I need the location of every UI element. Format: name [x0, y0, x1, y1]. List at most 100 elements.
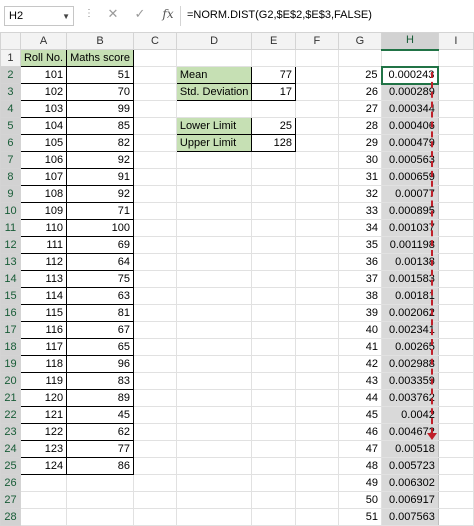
cell-empty[interactable]	[175, 151, 253, 169]
row-header[interactable]: 7	[0, 151, 21, 169]
cell-empty[interactable]	[251, 253, 296, 271]
cell-empty[interactable]	[132, 440, 177, 458]
cell-empty[interactable]	[437, 66, 474, 84]
stat-value[interactable]: 128	[251, 134, 296, 152]
cell-empty[interactable]	[437, 287, 474, 305]
cell-empty[interactable]	[175, 253, 253, 271]
cell-empty[interactable]	[295, 389, 339, 407]
stat-value[interactable]: 77	[251, 66, 296, 84]
cell-empty[interactable]	[132, 338, 177, 356]
stat-value[interactable]: 17	[251, 83, 296, 101]
row-header[interactable]: 23	[0, 423, 21, 441]
stat-label[interactable]: Mean	[175, 66, 253, 84]
cell-empty[interactable]	[295, 151, 339, 169]
cell-empty[interactable]	[251, 474, 296, 492]
cell-x-value[interactable]: 36	[337, 253, 383, 271]
cell-roll-no[interactable]: 116	[19, 321, 68, 339]
cell-empty[interactable]	[295, 134, 339, 152]
cell-empty[interactable]	[175, 440, 253, 458]
cell-empty[interactable]	[66, 491, 134, 509]
cell-norm-dist[interactable]: 0.001037	[381, 219, 439, 237]
cell-empty[interactable]	[295, 457, 339, 475]
cell-norm-dist[interactable]: 0.00138	[381, 253, 439, 271]
cell-empty[interactable]	[295, 338, 339, 356]
cell-empty[interactable]	[175, 491, 253, 509]
cell-empty[interactable]	[295, 202, 339, 220]
row-header[interactable]: 4	[0, 100, 21, 118]
cell-roll-no[interactable]: 103	[19, 100, 68, 118]
cell-empty[interactable]	[251, 185, 296, 203]
cell-empty[interactable]	[295, 355, 339, 373]
cell-empty[interactable]	[251, 202, 296, 220]
cell-empty[interactable]	[295, 66, 339, 84]
cell-empty[interactable]	[251, 457, 296, 475]
cell-roll-no[interactable]: 110	[19, 219, 68, 237]
cell-empty[interactable]	[132, 474, 177, 492]
cell-empty[interactable]	[19, 474, 68, 492]
cell-empty[interactable]	[251, 508, 296, 526]
cell-empty[interactable]	[295, 423, 339, 441]
cell-empty[interactable]	[132, 508, 177, 526]
cell-empty[interactable]	[437, 338, 474, 356]
cell-empty[interactable]	[132, 236, 177, 254]
cell-empty[interactable]	[132, 355, 177, 373]
cell-empty[interactable]	[295, 474, 339, 492]
cell-maths-score[interactable]: 63	[66, 287, 134, 305]
cell-empty[interactable]	[132, 151, 177, 169]
cell-roll-no[interactable]: 105	[19, 134, 68, 152]
cell-maths-score[interactable]: 67	[66, 321, 134, 339]
cell-x-value[interactable]: 30	[337, 151, 383, 169]
cell-empty[interactable]	[437, 457, 474, 475]
cell-empty[interactable]	[251, 372, 296, 390]
cell-empty[interactable]	[437, 304, 474, 322]
column-header-a[interactable]: A	[19, 32, 68, 50]
cell-norm-dist[interactable]: 0.00265	[381, 338, 439, 356]
cell-maths-score[interactable]: 82	[66, 134, 134, 152]
cell-empty[interactable]	[132, 253, 177, 271]
cell-empty[interactable]	[175, 321, 253, 339]
row-header[interactable]: 26	[0, 474, 21, 492]
cell-empty[interactable]	[251, 304, 296, 322]
row-header[interactable]: 9	[0, 185, 21, 203]
row-header[interactable]: 6	[0, 134, 21, 152]
cell-empty[interactable]	[19, 491, 68, 509]
cell-empty[interactable]	[132, 406, 177, 424]
cell-empty[interactable]	[295, 406, 339, 424]
cell-empty[interactable]	[437, 474, 474, 492]
cell-roll-no[interactable]: 115	[19, 304, 68, 322]
cell-empty[interactable]	[437, 151, 474, 169]
cell-maths-score[interactable]: 100	[66, 219, 134, 237]
cell-maths-score[interactable]: 81	[66, 304, 134, 322]
cell-roll-no[interactable]: 118	[19, 355, 68, 373]
cell-norm-dist[interactable]: 0.002988	[381, 355, 439, 373]
cell-norm-dist[interactable]: 0.000659	[381, 168, 439, 186]
cell-empty[interactable]	[437, 202, 474, 220]
cell-x-value[interactable]: 39	[337, 304, 383, 322]
cell-norm-dist[interactable]: 0.000563	[381, 151, 439, 169]
cell-norm-dist[interactable]: 0.006917	[381, 491, 439, 509]
row-header[interactable]: 25	[0, 457, 21, 475]
cell-empty[interactable]	[251, 406, 296, 424]
chevron-down-icon[interactable]: ▼	[62, 11, 70, 23]
cell-maths-score[interactable]: 64	[66, 253, 134, 271]
cell-empty[interactable]	[175, 355, 253, 373]
cell-maths-score[interactable]: 69	[66, 236, 134, 254]
cell-norm-dist[interactable]: 0.003762	[381, 389, 439, 407]
cell-roll-no[interactable]: 111	[19, 236, 68, 254]
cell-maths-score[interactable]: 62	[66, 423, 134, 441]
row-header[interactable]: 21	[0, 389, 21, 407]
cell-empty[interactable]	[132, 491, 177, 509]
cell-empty[interactable]	[437, 440, 474, 458]
cell-empty[interactable]	[175, 236, 253, 254]
cell-empty[interactable]	[437, 491, 474, 509]
cell-empty[interactable]	[295, 287, 339, 305]
column-header-c[interactable]: C	[132, 32, 177, 50]
column-header-i[interactable]: I	[437, 32, 474, 50]
cell-maths-score[interactable]: 45	[66, 406, 134, 424]
cell-empty[interactable]	[175, 185, 253, 203]
cell-empty[interactable]	[437, 83, 474, 101]
cell-norm-dist[interactable]: 0.007563	[381, 508, 439, 526]
cell-x-value[interactable]: 45	[337, 406, 383, 424]
row-header[interactable]: 27	[0, 491, 21, 509]
cell-x-value[interactable]: 43	[337, 372, 383, 390]
